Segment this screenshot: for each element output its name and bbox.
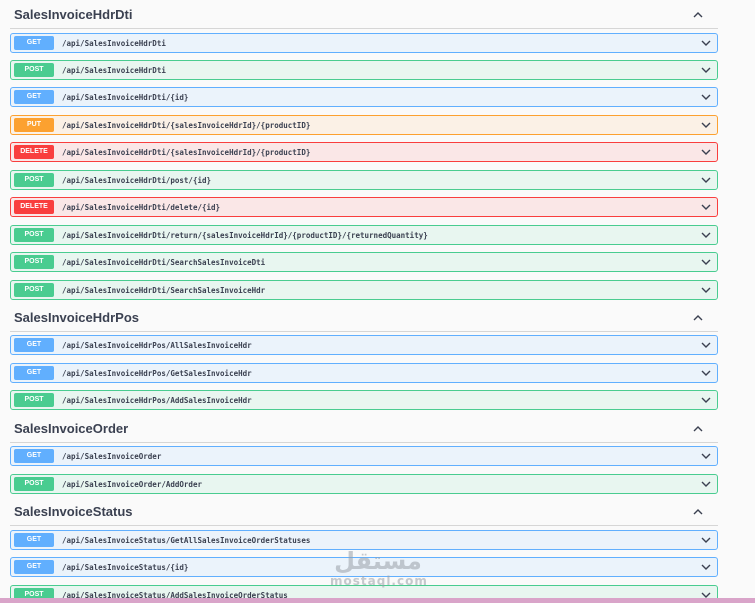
chevron-up-icon[interactable] (686, 5, 710, 25)
endpoint-path: /api/SalesInvoiceHdrDti/return/{salesInv… (62, 230, 428, 240)
section-header[interactable]: SalesInvoiceStatus (10, 498, 718, 526)
endpoint-path: /api/SalesInvoiceHdrDti (62, 38, 166, 48)
method-badge: GET (14, 338, 54, 352)
chevron-down-icon[interactable] (699, 145, 713, 159)
endpoint-path: /api/SalesInvoiceHdrPos/AllSalesInvoiceH… (62, 340, 252, 350)
operation-get[interactable]: GET/api/SalesInvoiceHdrPos/GetSalesInvoi… (10, 363, 718, 383)
section-title: SalesInvoiceHdrPos (14, 310, 139, 325)
operation-get[interactable]: GET/api/SalesInvoiceHdrDti (10, 33, 718, 53)
method-badge: GET (14, 449, 54, 463)
chevron-up-icon[interactable] (686, 419, 710, 439)
section-title: SalesInvoiceOrder (14, 421, 129, 436)
chevron-up-icon[interactable] (686, 308, 710, 328)
operation-post[interactable]: POST/api/SalesInvoiceHdrDti/return/{sale… (10, 225, 718, 245)
endpoint-path: /api/SalesInvoiceHdrDti/post/{id} (62, 175, 212, 185)
chevron-down-icon[interactable] (699, 283, 713, 297)
chevron-down-icon[interactable] (699, 338, 713, 352)
operation-delete[interactable]: DELETE/api/SalesInvoiceHdrDti/delete/{id… (10, 197, 718, 217)
chevron-down-icon[interactable] (699, 36, 713, 50)
section-header[interactable]: SalesInvoiceHdrPos (10, 304, 718, 332)
method-badge: POST (14, 283, 54, 297)
operation-post[interactable]: POST/api/SalesInvoiceOrder/AddOrder (10, 474, 718, 494)
method-badge: DELETE (14, 200, 54, 214)
operation-get[interactable]: GET/api/SalesInvoiceHdrDti/{id} (10, 87, 718, 107)
method-badge: POST (14, 255, 54, 269)
endpoint-path: /api/SalesInvoiceStatus/GetAllSalesInvoi… (62, 535, 311, 545)
operation-post[interactable]: POST/api/SalesInvoiceHdrPos/AddSalesInvo… (10, 390, 718, 410)
method-badge: POST (14, 173, 54, 187)
operation-get[interactable]: GET/api/SalesInvoiceHdrPos/AllSalesInvoi… (10, 335, 718, 355)
operation-post[interactable]: POST/api/SalesInvoiceHdrDti (10, 60, 718, 80)
chevron-down-icon[interactable] (699, 173, 713, 187)
chevron-down-icon[interactable] (699, 255, 713, 269)
chevron-down-icon[interactable] (699, 533, 713, 547)
operation-post[interactable]: POST/api/SalesInvoiceHdrDti/post/{id} (10, 170, 718, 190)
endpoint-path: /api/SalesInvoiceHdrDti/{salesInvoiceHdr… (62, 147, 311, 157)
method-badge: POST (14, 63, 54, 77)
method-badge: POST (14, 228, 54, 242)
endpoint-path: /api/SalesInvoiceHdrPos/AddSalesInvoiceH… (62, 395, 252, 405)
endpoint-path: /api/SalesInvoiceHdrDti (62, 65, 166, 75)
endpoint-path: /api/SalesInvoiceHdrDti/{id} (62, 92, 189, 102)
endpoint-path: /api/SalesInvoiceHdrDti/delete/{id} (62, 202, 221, 212)
endpoint-path: /api/SalesInvoiceOrder/AddOrder (62, 479, 202, 489)
watermark-latin: mostaql.com (330, 574, 428, 588)
bottom-bar (0, 598, 755, 603)
watermark-arabic: مستقل (334, 547, 422, 575)
operation-delete[interactable]: DELETE/api/SalesInvoiceHdrDti/{salesInvo… (10, 142, 718, 162)
chevron-down-icon[interactable] (699, 366, 713, 380)
operation-post[interactable]: POST/api/SalesInvoiceHdrDti/SearchSalesI… (10, 280, 718, 300)
endpoint-path: /api/SalesInvoiceHdrDti/SearchSalesInvoi… (62, 285, 266, 295)
section-title: SalesInvoiceStatus (14, 504, 133, 519)
method-badge: GET (14, 533, 54, 547)
method-badge: GET (14, 90, 54, 104)
method-badge: GET (14, 560, 54, 574)
method-badge: GET (14, 36, 54, 50)
chevron-down-icon[interactable] (699, 63, 713, 77)
chevron-down-icon[interactable] (699, 393, 713, 407)
method-badge: GET (14, 366, 54, 380)
chevron-down-icon[interactable] (699, 90, 713, 104)
operation-put[interactable]: PUT/api/SalesInvoiceHdrDti/{salesInvoice… (10, 115, 718, 135)
section-header[interactable]: SalesInvoiceOrder (10, 415, 718, 443)
operation-post[interactable]: POST/api/SalesInvoiceHdrDti/SearchSalesI… (10, 252, 718, 272)
endpoint-path: /api/SalesInvoiceHdrPos/GetSalesInvoiceH… (62, 368, 252, 378)
chevron-down-icon[interactable] (699, 560, 713, 574)
section-title: SalesInvoiceHdrDti (14, 7, 133, 22)
watermark-logo: مستقل mostaql.com (330, 547, 428, 590)
method-badge: DELETE (14, 145, 54, 159)
chevron-down-icon[interactable] (699, 118, 713, 132)
chevron-down-icon[interactable] (699, 228, 713, 242)
chevron-down-icon[interactable] (699, 200, 713, 214)
endpoint-path: /api/SalesInvoiceHdrDti/{salesInvoiceHdr… (62, 120, 311, 130)
chevron-down-icon[interactable] (699, 449, 713, 463)
chevron-down-icon[interactable] (699, 477, 713, 491)
swagger-page: SalesInvoiceHdrDti GET/api/SalesInvoiceHd… (0, 0, 755, 603)
method-badge: PUT (14, 118, 54, 132)
section-header[interactable]: SalesInvoiceHdrDti (10, 1, 718, 29)
method-badge: POST (14, 393, 54, 407)
chevron-up-icon[interactable] (686, 502, 710, 522)
endpoint-path: /api/SalesInvoiceOrder (62, 451, 162, 461)
operation-get[interactable]: GET/api/SalesInvoiceOrder (10, 446, 718, 466)
method-badge: POST (14, 477, 54, 491)
endpoint-path: /api/SalesInvoiceHdrDti/SearchSalesInvoi… (62, 257, 266, 267)
